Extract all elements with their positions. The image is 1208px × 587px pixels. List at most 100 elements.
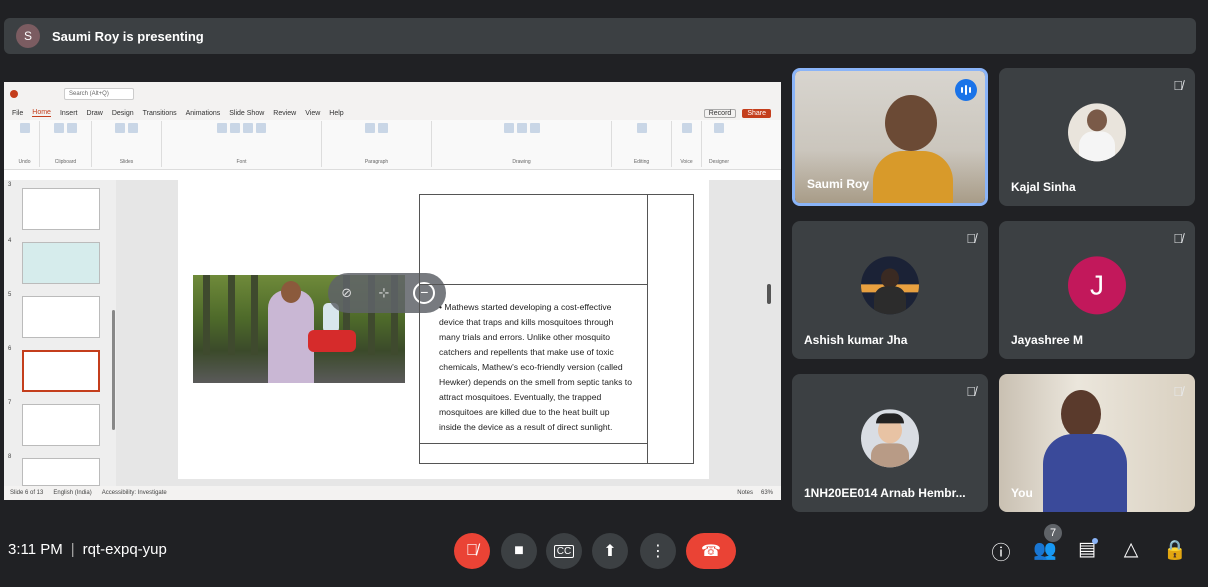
notes-button[interactable]: Notes bbox=[737, 490, 753, 496]
thumb-number: 8 bbox=[8, 454, 12, 460]
ribbon-group-drawing: Drawing bbox=[432, 121, 612, 167]
shared-screen: Search (Alt+Q) File Home Insert Draw Des… bbox=[4, 82, 781, 500]
thumbnails-scrollbar[interactable] bbox=[112, 310, 115, 430]
avatar bbox=[1068, 103, 1126, 162]
people-icon: 👥 bbox=[1033, 540, 1057, 561]
undo-icon[interactable] bbox=[19, 123, 30, 133]
meeting-time: 3:11 PM bbox=[8, 541, 63, 558]
participant-name: Jayashree M bbox=[1011, 333, 1084, 347]
arrange-icon[interactable] bbox=[516, 123, 527, 133]
thumb-number: 3 bbox=[8, 182, 12, 188]
slide-thumbnail-selected[interactable] bbox=[22, 350, 100, 392]
design-ideas-icon[interactable] bbox=[714, 123, 724, 133]
slide-edit-area: ⊘ ⊹ − • Mathews started developing a cos… bbox=[116, 180, 781, 486]
activities-button[interactable]: △ bbox=[1118, 538, 1144, 564]
slide-thumbnail[interactable] bbox=[22, 296, 100, 338]
participant-tile-arnab[interactable]: 🎙̸ 1NH20EE014 Arnab Hembr... bbox=[792, 374, 988, 512]
activities-icon: △ bbox=[1123, 539, 1139, 560]
ppt-menu-review[interactable]: Review bbox=[273, 110, 296, 117]
meeting-code[interactable]: rqt-expq-yup bbox=[83, 541, 167, 558]
slide-thumbnail[interactable] bbox=[22, 404, 100, 446]
ppt-statusbar: Slide 6 of 13 English (India) Accessibil… bbox=[4, 486, 781, 500]
mic-off-icon: 🎙̸ bbox=[966, 384, 976, 399]
thumb-number: 5 bbox=[8, 292, 12, 298]
cut-icon[interactable] bbox=[67, 123, 77, 133]
end-call-icon: ☎ bbox=[701, 543, 721, 560]
italic-icon[interactable] bbox=[230, 123, 240, 133]
current-slide: ⊘ ⊹ − • Mathews started developing a cos… bbox=[178, 180, 709, 479]
slide-scrollbar[interactable] bbox=[767, 284, 771, 304]
ppt-menu-transitions[interactable]: Transitions bbox=[143, 110, 177, 117]
presenter-banner: S Saumi Roy is presenting bbox=[4, 18, 1196, 54]
participant-tile-saumi[interactable]: Saumi Roy bbox=[792, 68, 988, 206]
layout-icon[interactable] bbox=[128, 123, 138, 133]
participant-name: 1NH20EE014 Arnab Hembr... bbox=[804, 486, 966, 500]
more-options-button[interactable]: ⋮ bbox=[640, 533, 676, 569]
ppt-menu-slideshow[interactable]: Slide Show bbox=[229, 110, 264, 117]
present-icon: ⬆ bbox=[603, 543, 617, 560]
ppt-menu-view[interactable]: View bbox=[305, 110, 320, 117]
participant-name: You bbox=[1011, 486, 1033, 500]
pin-icon[interactable]: ⊹ bbox=[376, 285, 392, 301]
slide-thumbnail[interactable] bbox=[22, 242, 100, 284]
ppt-ribbon: Undo Clipboard Slides Font Paragraph Dra… bbox=[4, 120, 781, 170]
slide-thumbnail[interactable] bbox=[22, 188, 100, 230]
microphone-toggle-button[interactable]: 🎙̸ bbox=[454, 533, 490, 569]
ppt-menu-animations[interactable]: Animations bbox=[186, 110, 221, 117]
ppt-menu-help[interactable]: Help bbox=[329, 110, 343, 117]
accessibility-status[interactable]: Accessibility: Investigate bbox=[102, 490, 167, 496]
captions-icon: CC bbox=[553, 544, 575, 558]
ppt-menu-design[interactable]: Design bbox=[112, 110, 134, 117]
ppt-share-button[interactable]: Share bbox=[742, 108, 771, 118]
slide-thumbnail[interactable] bbox=[22, 458, 100, 486]
mic-off-icon: 🎙̸ bbox=[1173, 78, 1183, 93]
meeting-details-button[interactable]: ⓘ bbox=[988, 538, 1014, 564]
bold-icon[interactable] bbox=[217, 123, 227, 133]
dictate-icon[interactable] bbox=[681, 123, 692, 133]
align-icon[interactable] bbox=[378, 123, 388, 133]
participant-tile-you[interactable]: 🎙̸ You bbox=[999, 374, 1195, 512]
underline-icon[interactable] bbox=[243, 123, 253, 133]
present-button[interactable]: ⬆ bbox=[592, 533, 628, 569]
captions-button[interactable]: CC bbox=[546, 533, 582, 569]
ppt-titlebar: Search (Alt+Q) bbox=[4, 82, 781, 106]
ppt-record-button[interactable]: Record bbox=[703, 108, 737, 118]
camera-icon: ■ bbox=[514, 542, 524, 559]
ppt-menu-home[interactable]: Home bbox=[32, 109, 51, 117]
participant-tile-kajal[interactable]: 🎙̸ Kajal Sinha bbox=[999, 68, 1195, 206]
find-icon[interactable] bbox=[636, 123, 647, 133]
shapes-icon[interactable] bbox=[503, 123, 514, 133]
mic-off-icon: 🎙̸ bbox=[466, 542, 478, 559]
ribbon-group-clipboard: Clipboard bbox=[40, 121, 92, 167]
leave-call-button[interactable]: ☎ bbox=[686, 533, 736, 569]
ppt-menu-draw[interactable]: Draw bbox=[86, 110, 102, 117]
zoom-level[interactable]: 63% bbox=[761, 490, 773, 496]
mic-off-icon: 🎙̸ bbox=[1173, 231, 1183, 246]
mic-off-icon: 🎙̸ bbox=[1173, 384, 1183, 399]
powerpoint-logo-icon bbox=[10, 90, 18, 98]
participant-tile-jayashree[interactable]: 🎙̸ J Jayashree M bbox=[999, 221, 1195, 359]
ppt-search-input[interactable]: Search (Alt+Q) bbox=[64, 88, 134, 100]
participant-name: Saumi Roy bbox=[807, 177, 870, 191]
font-color-icon[interactable] bbox=[256, 123, 266, 133]
ppt-menu-file[interactable]: File bbox=[12, 110, 23, 117]
avatar-initial: J bbox=[1068, 256, 1126, 315]
camera-toggle-button[interactable]: ■ bbox=[501, 533, 537, 569]
ribbon-group-voice: Voice bbox=[672, 121, 702, 167]
participant-tile-ashish[interactable]: 🎙̸ Ashish kumar Jha bbox=[792, 221, 988, 359]
ppt-menu-bar: File Home Insert Draw Design Transitions… bbox=[4, 106, 781, 120]
thumb-number: 6 bbox=[8, 346, 12, 352]
ppt-menu-insert[interactable]: Insert bbox=[60, 110, 78, 117]
speaking-indicator-icon bbox=[955, 79, 977, 101]
slide-thumbnails-pane: 3 4 5 6 7 8 bbox=[4, 180, 116, 486]
mic-off-icon[interactable]: ⊘ bbox=[339, 285, 355, 301]
presenter-avatar: S bbox=[16, 24, 40, 48]
quick-styles-icon[interactable] bbox=[529, 123, 540, 133]
thumb-number: 4 bbox=[8, 238, 12, 244]
new-slide-icon[interactable] bbox=[115, 123, 125, 133]
paste-icon[interactable] bbox=[54, 123, 64, 133]
slide-body-text: • Mathews started developing a cost-effe… bbox=[439, 302, 632, 432]
host-controls-button[interactable]: 🔒 bbox=[1162, 538, 1188, 564]
info-icon: ⓘ bbox=[991, 543, 1011, 564]
bullets-icon[interactable] bbox=[365, 123, 375, 133]
